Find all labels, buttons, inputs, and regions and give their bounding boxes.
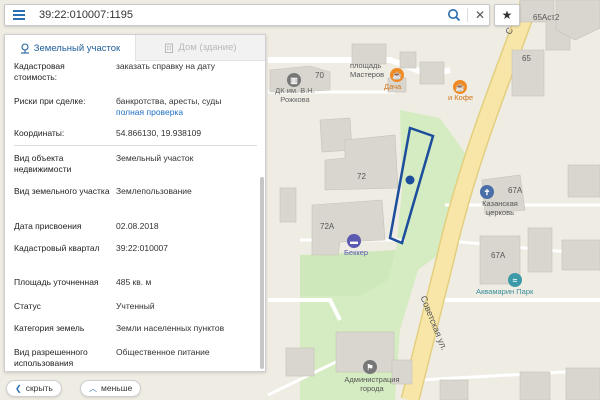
coordinates-value: 54.866130, 19.938109	[116, 128, 202, 138]
label-building-72: 72	[357, 172, 366, 181]
label-aqua[interactable]: Аквамарин Парк	[476, 287, 533, 296]
label-dacha[interactable]: Дача	[384, 82, 401, 91]
cafe-icon[interactable]: ☕	[390, 68, 404, 82]
label-building-65: 65	[522, 54, 531, 63]
building-square-3	[419, 61, 445, 85]
building-bottom-left	[285, 347, 315, 377]
building-bottom-right-2	[519, 371, 551, 400]
label-building-67a-top: 67А	[508, 186, 523, 195]
label-cafe[interactable]: и Кофе	[448, 93, 473, 102]
pin-icon	[20, 42, 29, 54]
label-square: площадь Мастеров	[350, 61, 385, 79]
menu-icon-line	[13, 18, 25, 20]
chevron-left-icon: ❮	[15, 384, 22, 393]
menu-button[interactable]	[5, 5, 33, 25]
tab-land-plot[interactable]: Земельный участок	[5, 35, 135, 61]
field-label: Категория земель	[14, 323, 85, 333]
panel-tabs: Земельный участок Дом (здание)	[5, 35, 265, 61]
search-input[interactable]	[39, 6, 439, 24]
field-label: Вид разрешенного использования	[14, 347, 88, 368]
label-hotel[interactable]: Беккер	[344, 248, 368, 257]
building-square-2	[399, 51, 417, 69]
building-67a-east	[567, 164, 600, 198]
field-value: Земельный участок	[116, 153, 194, 163]
field-label: Статус	[14, 301, 41, 311]
field-label: Кадастровый квартал	[14, 243, 100, 253]
building-bottom-right-1	[439, 379, 469, 400]
building-west	[279, 187, 297, 223]
full-check-link[interactable]: полная проверка	[116, 107, 183, 117]
label-building-67a: 67А	[491, 251, 506, 260]
field-value: банкротства, аресты, суды полная проверк…	[116, 96, 256, 118]
pool-icon[interactable]: ≈	[508, 273, 522, 287]
search-bar: ✕	[4, 4, 490, 26]
parcel-marker	[405, 175, 415, 185]
label-dk[interactable]: ДК им. В.Н. Рожкова	[272, 86, 318, 104]
building-east-1	[527, 227, 553, 273]
show-less-button[interactable]: ︿ меньше	[80, 380, 142, 397]
building-icon	[165, 43, 174, 53]
flag-icon[interactable]: ⚑	[363, 360, 377, 374]
field-value: 39:22:010007	[116, 243, 168, 253]
close-icon[interactable]: ✕	[473, 8, 487, 22]
field-label: Вид земельного участка	[14, 186, 110, 196]
tab-building-label: Дом (здание)	[178, 42, 237, 53]
hotel-icon[interactable]: ▬	[347, 234, 361, 248]
field-label: Дата присвоения	[14, 221, 82, 231]
tab-building[interactable]: Дом (здание)	[135, 35, 265, 61]
label-admin[interactable]: Администрация города	[340, 375, 404, 393]
info-panel: Земельный участок Дом (здание) Кадастров…	[4, 34, 266, 372]
menu-icon-line	[13, 10, 25, 12]
label-building-72a: 72А	[320, 222, 335, 231]
tab-land-label: Земельный участок	[33, 42, 121, 54]
chevron-up-icon: ︿	[89, 384, 97, 393]
hide-panel-button[interactable]: ❮ скрыть	[6, 380, 62, 397]
scrollbar[interactable]	[260, 177, 264, 369]
field-value: Учтенный	[116, 301, 155, 311]
risks-text: банкротства, аресты, суды	[116, 96, 222, 106]
field-value: 485 кв. м	[116, 277, 152, 287]
field-label: Площадь уточненная	[14, 277, 99, 287]
field-label: Риски при сделке:	[14, 96, 86, 106]
divider	[467, 8, 468, 22]
field-value: 02.08.2018	[116, 221, 159, 231]
star-icon: ★	[501, 8, 513, 22]
order-certificate-link[interactable]: заказать справку на дату	[116, 61, 256, 72]
coffee-icon[interactable]: ☕	[453, 80, 467, 94]
field-label: Вид объекта недвижимости	[14, 153, 72, 174]
field-label: Координаты:	[14, 128, 65, 138]
label-building-70: 70	[315, 71, 324, 80]
church-icon[interactable]: ✝	[480, 185, 494, 199]
label-building-65ast2: 65Аст2	[533, 13, 560, 22]
building-east-2	[561, 239, 600, 271]
building-bottom-right-3	[565, 367, 600, 400]
field-value: Земли населенных пунктов	[116, 323, 225, 333]
favorite-button[interactable]: ★	[494, 4, 520, 26]
search-icon[interactable]	[447, 8, 461, 22]
hide-label: скрыть	[25, 383, 53, 393]
less-label: меньше	[101, 383, 133, 393]
field-value: Землепользование	[116, 186, 192, 196]
divider	[14, 145, 257, 146]
museum-icon[interactable]: ▥	[287, 73, 301, 87]
menu-icon-line	[13, 14, 25, 16]
field-value: Общественное питание	[116, 347, 210, 357]
label-church[interactable]: Казанская церковь	[480, 199, 520, 217]
field-label: Кадастровая стоимость:	[14, 61, 65, 82]
